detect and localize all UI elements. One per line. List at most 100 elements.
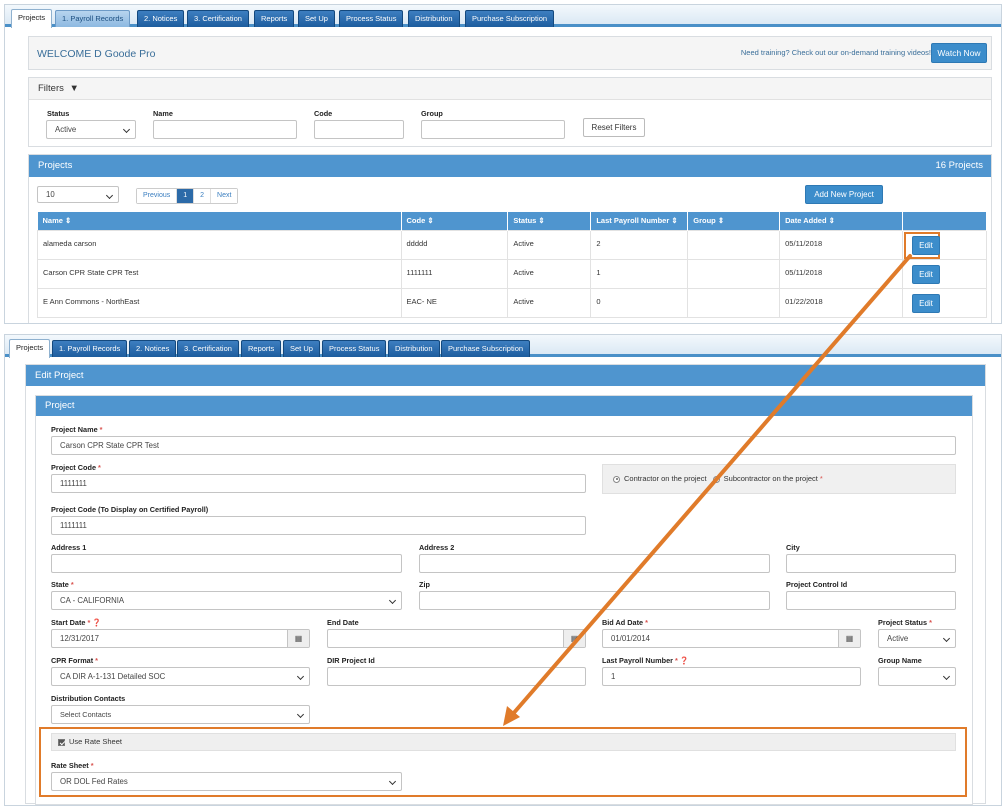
col-actions (902, 212, 987, 230)
cpr-format-select[interactable]: CA DIR A-1-131 Detailed SOC (51, 667, 310, 686)
status-filter-select[interactable]: Active (46, 120, 136, 139)
cell-date-added: 05/11/2018 (779, 229, 904, 260)
page-size-select[interactable]: 10 (37, 186, 119, 203)
code-filter-input[interactable] (314, 120, 404, 139)
address1-input[interactable] (51, 554, 402, 573)
projects-title: Projects (38, 160, 73, 171)
tab-payroll-records[interactable]: 1. Payroll Records (55, 10, 131, 27)
tab-notices[interactable]: 2. Notices (137, 10, 185, 27)
pager-page-1[interactable]: 1 (177, 189, 195, 203)
tab-projects[interactable]: Projects (11, 9, 53, 28)
cell-last-payroll: 2 (590, 229, 689, 260)
group-name-label: Group Name (878, 656, 922, 665)
watch-now-button[interactable]: Watch Now (931, 43, 987, 63)
tab-projects[interactable]: Projects (9, 339, 51, 358)
display-code-label: Project Code (To Display on Certified Pa… (51, 505, 209, 514)
start-date-input[interactable]: 12/31/2017 ▦ (51, 629, 310, 648)
cell-code: 1111111 (400, 258, 509, 289)
last-payroll-label: Last Payroll Number * ❓ (602, 656, 689, 665)
bid-date-label: Bid Ad Date * (602, 618, 648, 627)
add-new-project-button[interactable]: Add New Project (805, 185, 883, 204)
rate-sheet-select[interactable]: OR DOL Fed Rates (51, 772, 402, 791)
project-code-label: Project Code * (51, 463, 101, 472)
subcontractor-radio[interactable] (712, 475, 720, 483)
contractor-radio-group: Contractor on the project Subcontractor … (602, 464, 956, 494)
tab-purchase-subscription[interactable]: Purchase Subscription (465, 10, 555, 27)
city-input[interactable] (786, 554, 956, 573)
tab-certification[interactable]: 3. Certification (187, 10, 249, 27)
cell-status: Active (507, 287, 592, 318)
projects-list-screenshot: Projects 1. Payroll Records 2. Notices 3… (4, 4, 1002, 324)
name-filter-input[interactable] (153, 120, 297, 139)
tab-purchase-subscription[interactable]: Purchase Subscription (441, 340, 531, 357)
col-date-added[interactable]: Date Added ⇕ (779, 212, 904, 230)
cell-group (687, 229, 781, 260)
project-name-input[interactable]: Carson CPR State CPR Test (51, 436, 956, 455)
address2-input[interactable] (419, 554, 770, 573)
calendar-icon[interactable]: ▦ (287, 630, 309, 647)
col-code[interactable]: Code ⇕ (401, 212, 509, 230)
tab-certification[interactable]: 3. Certification (177, 340, 239, 357)
col-group[interactable]: Group ⇕ (687, 212, 781, 230)
tab-process-status[interactable]: Process Status (322, 340, 387, 357)
reset-filters-button[interactable]: Reset Filters (583, 118, 645, 137)
table-row: E Ann Commons - NorthEast EAC- NE Active… (37, 287, 987, 318)
tab-payroll-records[interactable]: 1. Payroll Records (52, 340, 128, 357)
project-status-select[interactable]: Active (878, 629, 956, 648)
table-row: alameda carson ddddd Active 2 05/11/2018… (37, 229, 987, 260)
tab-setup[interactable]: Set Up (298, 10, 335, 27)
cell-group (687, 287, 781, 318)
group-filter-input[interactable] (421, 120, 565, 139)
display-code-input[interactable]: 1111111 (51, 516, 586, 535)
control-id-label: Project Control Id (786, 580, 848, 589)
group-name-select[interactable] (878, 667, 956, 686)
project-status-label: Project Status * (878, 618, 932, 627)
help-icon: ❓ (679, 656, 689, 665)
name-filter-label: Name (153, 109, 173, 118)
distribution-contacts-label: Distribution Contacts (51, 694, 126, 703)
col-status[interactable]: Status ⇕ (507, 212, 592, 230)
tab-setup[interactable]: Set Up (283, 340, 320, 357)
state-select[interactable]: CA - CALIFORNIA (51, 591, 402, 610)
col-name[interactable]: Name ⇕ (37, 212, 402, 230)
pagination: Previous 1 2 Next (136, 188, 239, 204)
end-date-input[interactable]: ▦ (327, 629, 586, 648)
edit-button[interactable]: Edit (912, 235, 941, 255)
dir-id-input[interactable] (327, 667, 586, 686)
pager-page-2[interactable]: 2 (194, 189, 212, 203)
edit-button[interactable]: Edit (912, 293, 941, 313)
table-header-row: Name ⇕ Code ⇕ Status ⇕ Last Payroll Numb… (37, 212, 987, 230)
calendar-icon[interactable]: ▦ (563, 630, 585, 647)
col-last-payroll[interactable]: Last Payroll Number ⇕ (590, 212, 689, 230)
group-filter-label: Group (421, 109, 443, 118)
tab-process-status[interactable]: Process Status (339, 10, 404, 27)
cell-last-payroll: 0 (590, 287, 689, 318)
tab-distribution[interactable]: Distribution (408, 10, 460, 27)
code-filter-label: Code (314, 109, 333, 118)
welcome-panel: WELCOME D Goode Pro Need training? Check… (28, 36, 992, 70)
calendar-icon[interactable]: ▦ (838, 630, 860, 647)
main-tab-bar: Projects 1. Payroll Records 2. Notices 3… (5, 5, 1001, 28)
cell-status: Active (507, 258, 592, 289)
use-rate-sheet-checkbox[interactable] (58, 738, 65, 746)
edit-button[interactable]: Edit (912, 264, 941, 284)
cell-code: ddddd (400, 229, 509, 260)
address2-label: Address 2 (419, 543, 455, 552)
project-name-label: Project Name * (51, 425, 103, 434)
contractor-radio[interactable] (613, 475, 620, 483)
last-payroll-input[interactable]: 1 (602, 667, 861, 686)
zip-input[interactable] (419, 591, 770, 610)
pager-previous[interactable]: Previous (137, 189, 178, 203)
tab-reports[interactable]: Reports (241, 340, 282, 357)
projects-count: 16 Projects (935, 160, 983, 171)
filter-icon: ▼ (69, 83, 79, 94)
cell-group (687, 258, 781, 289)
tab-notices[interactable]: 2. Notices (129, 340, 177, 357)
tab-reports[interactable]: Reports (254, 10, 295, 27)
bid-date-input[interactable]: 01/01/2014 ▦ (602, 629, 861, 648)
distribution-contacts-select[interactable]: Select Contacts (51, 705, 310, 724)
control-id-input[interactable] (786, 591, 956, 610)
pager-next[interactable]: Next (211, 189, 238, 203)
project-code-input[interactable]: 1111111 (51, 474, 586, 493)
tab-distribution[interactable]: Distribution (388, 340, 440, 357)
